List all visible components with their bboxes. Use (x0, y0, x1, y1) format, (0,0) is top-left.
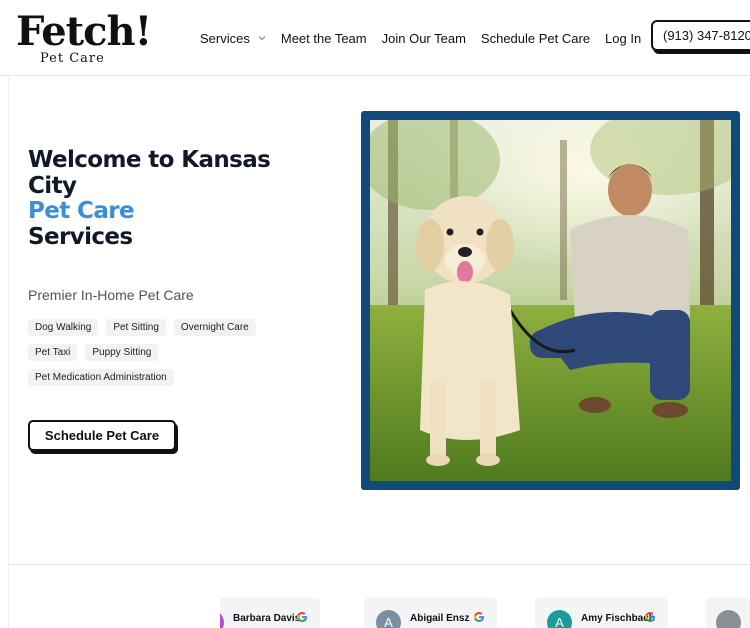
service-tag: Puppy Sitting (85, 344, 159, 361)
reviewer-name: Abigail Ensz (410, 613, 470, 624)
brand-logo[interactable]: Fetch! Pet Care (16, 10, 152, 68)
avatar (716, 610, 741, 628)
hero-photo-frame (361, 111, 740, 490)
nav-item-log-in[interactable]: Log In (605, 29, 641, 47)
nav-item-label: Log In (605, 30, 642, 46)
main-nav: Services Meet the Team Join Our Team Sch… (200, 29, 641, 47)
service-tag: Overnight Care (173, 319, 256, 336)
review-card[interactable]: A Abigail Ensz (364, 598, 497, 628)
nav-item-label: Meet the Team (280, 30, 367, 46)
hero-title-accent: Pet Care (28, 198, 135, 224)
nav-item-join-our-team[interactable]: Join Our Team (382, 29, 466, 47)
hero-title-line: Services (28, 223, 133, 250)
nav-item-label: Schedule Pet Care (480, 30, 591, 46)
nav-item-meet-the-team[interactable]: Meet the Team (281, 29, 367, 47)
nav-item-schedule-pet-care[interactable]: Schedule Pet Care (481, 29, 590, 47)
logo-wordmark: Fetch! (16, 8, 152, 55)
service-tag: Dog Walking (28, 319, 99, 336)
reviews-carousel: Barbara Davis A Abigail Ensz A Amy Fisch… (220, 598, 750, 628)
nav-item-label: Services (200, 30, 250, 46)
avatar: A (376, 610, 401, 628)
google-icon (645, 612, 655, 622)
chevron-down-icon (258, 36, 266, 41)
hero-title-line: Welcome to Kansas City (28, 147, 271, 199)
logo-tagline: Pet Care (40, 51, 105, 66)
reviewer-name: Barbara Davis (233, 613, 301, 624)
left-rail-divider (8, 77, 9, 628)
hero-photo (370, 120, 731, 481)
phone-button[interactable]: (913) 347-8120 (651, 20, 750, 51)
avatar: A (547, 610, 572, 628)
service-tag: Pet Taxi (28, 344, 78, 361)
google-icon (474, 612, 484, 622)
hero-photo-illustration (370, 120, 731, 481)
review-card[interactable] (706, 598, 750, 628)
section-divider (8, 564, 750, 565)
service-tag: Pet Medication Administration (28, 369, 174, 386)
schedule-pet-care-button[interactable]: Schedule Pet Care (28, 420, 176, 451)
avatar (220, 610, 224, 628)
review-card[interactable]: Barbara Davis (220, 598, 320, 628)
google-icon (297, 612, 307, 622)
site-header: Fetch! Pet Care Services Meet the Team J… (0, 0, 750, 76)
review-card[interactable]: A Amy Fischbach (535, 598, 668, 628)
service-tags: Dog Walking Pet Sitting Overnight Care P… (28, 319, 288, 394)
nav-item-label: Join Our Team (381, 30, 466, 46)
hero-title: Welcome to Kansas City Pet Care Services (28, 147, 278, 250)
service-tag: Pet Sitting (106, 319, 166, 336)
hero-subtitle: Premier In-Home Pet Care (28, 287, 194, 303)
nav-item-services[interactable]: Services (200, 29, 266, 47)
